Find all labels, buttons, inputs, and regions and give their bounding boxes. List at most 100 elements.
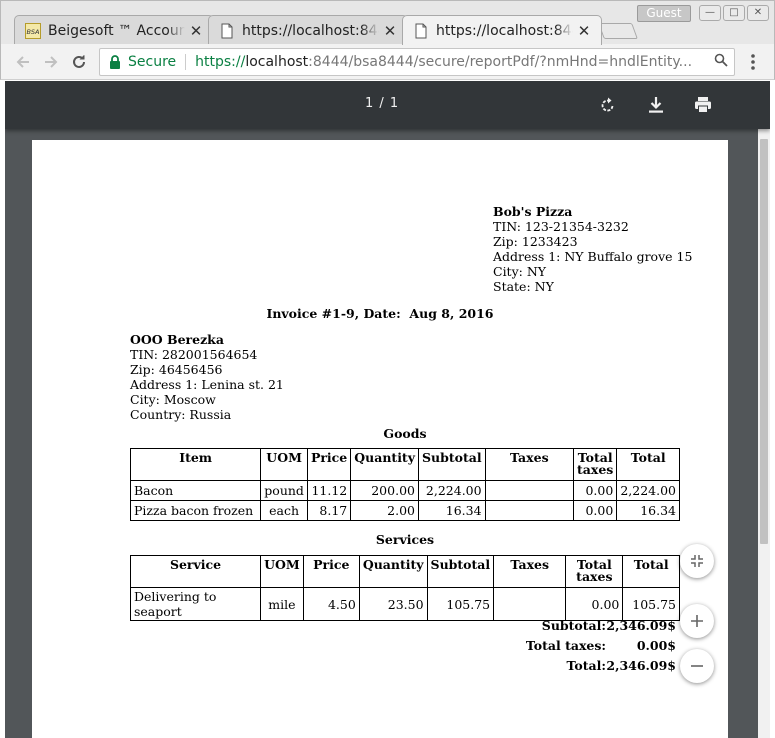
table-row: Delivering to seaport mile 4.50 23.50 10… <box>129 587 680 621</box>
seller-name: Bob's Pizza <box>493 204 573 219</box>
subtotal-row: Subtotal: 2,346.09$ <box>412 618 676 638</box>
cell-total: 16.34 <box>616 500 680 521</box>
maximize-button[interactable]: □ <box>723 5 745 21</box>
buyer-tin: TIN: 282001564654 <box>130 347 258 362</box>
seller-state: State: NY <box>493 279 554 294</box>
pdf-viewer: 1 / 1 Bob's Pizza TIN: 123-21354-3232 Zi… <box>5 81 770 738</box>
seller-tin: TIN: 123-21354-3232 <box>493 219 629 234</box>
tab-beigesoft[interactable]: BSA Beigesoft ™ Accounti ✕ <box>14 15 214 45</box>
subtotal-label: Subtotal: <box>541 618 606 633</box>
table-row: Pizza bacon frozen each 8.17 2.00 16.34 … <box>129 500 680 521</box>
pdf-toolbar: 1 / 1 <box>5 81 770 129</box>
cell-quantity: 23.50 <box>358 587 428 621</box>
col-header: Item <box>129 448 262 481</box>
secure-label: Secure <box>128 54 177 70</box>
omnibox-divider <box>185 54 187 70</box>
bsa-favicon-icon: BSA <box>25 22 41 39</box>
minimize-button[interactable]: — <box>699 5 721 21</box>
fit-to-page-button[interactable] <box>680 544 714 578</box>
cell-subtotal: 105.75 <box>426 587 495 621</box>
services-header-row: Service UOM Price Quantity Subtotal Taxe… <box>129 555 680 588</box>
total-taxes-row: Total taxes: 0.00$ <box>412 638 676 658</box>
services-title: Services <box>375 532 435 547</box>
seller-block: Bob's Pizza TIN: 123-21354-3232 Zip: 123… <box>493 204 692 294</box>
cell-item: Pizza bacon frozen <box>129 500 262 521</box>
goods-title: Goods <box>383 426 427 441</box>
tab-strip: BSA Beigesoft ™ Accounti ✕ https://local… <box>0 0 775 45</box>
cell-taxes <box>493 587 567 621</box>
cell-subtotal: 16.34 <box>417 500 486 521</box>
cell-total-taxes: 0.00 <box>572 500 618 521</box>
total-row: Total: 2,346.09$ <box>412 658 676 678</box>
subtotal-value: 2,346.09$ <box>606 618 676 633</box>
cell-total: 105.75 <box>622 587 680 621</box>
col-header: Total taxes <box>572 448 618 481</box>
url-text: https://localhost:8444/bsa8444/secure/re… <box>195 54 708 70</box>
buyer-zip: Zip: 46456456 <box>130 362 223 377</box>
tab-localhost-2-active[interactable]: https://localhost:8444 ✕ <box>402 15 602 45</box>
url-scheme: https:// <box>195 54 246 70</box>
url-host: localhost <box>245 54 309 70</box>
invoice-title: Invoice #1-9, Date: Aug 8, 2016 <box>266 306 494 321</box>
rotate-button[interactable] <box>596 93 620 117</box>
browser-toolbar: Secure https://localhost:8444/bsa8444/se… <box>0 44 775 80</box>
vertical-scrollbar[interactable] <box>758 129 770 738</box>
buyer-country: Country: Russia <box>130 407 232 422</box>
search-icon[interactable] <box>708 53 734 71</box>
new-tab-button[interactable] <box>598 23 638 39</box>
zoom-out-button[interactable] <box>680 649 714 683</box>
col-header: Quantity <box>358 555 428 588</box>
buyer-block: OOO Berezka TIN: 282001564654 Zip: 46456… <box>130 332 284 422</box>
reload-button[interactable] <box>67 50 91 74</box>
back-arrow-icon <box>16 56 29 68</box>
buyer-city: City: Moscow <box>130 392 216 407</box>
forward-button[interactable] <box>39 50 63 74</box>
seller-city: City: NY <box>493 264 547 279</box>
url-path: :8444/bsa8444/secure/reportPdf/?nmHnd=hn… <box>308 54 693 70</box>
seller-zip: Zip: 1233423 <box>493 234 578 249</box>
cell-subtotal: 2,224.00 <box>417 480 486 501</box>
total-taxes-value: 0.00$ <box>636 638 676 653</box>
cell-uom: pound <box>260 480 308 501</box>
col-header: Quantity <box>350 448 419 481</box>
cell-quantity: 2.00 <box>350 500 419 521</box>
zoom-in-button[interactable] <box>680 604 714 638</box>
cell-total: 2,224.00 <box>616 480 680 501</box>
col-header: Taxes <box>493 555 567 588</box>
cell-total-taxes: 0.00 <box>565 587 624 621</box>
col-header: Total <box>616 448 680 481</box>
cell-item: Bacon <box>129 480 262 501</box>
col-header: Subtotal <box>417 448 486 481</box>
address-bar[interactable]: Secure https://localhost:8444/bsa8444/se… <box>99 48 735 76</box>
col-header: Total <box>622 555 680 588</box>
total-label: Total: <box>566 658 606 673</box>
tab-close-icon[interactable]: ✕ <box>379 22 401 40</box>
download-icon <box>649 97 663 113</box>
col-header: Taxes <box>484 448 575 481</box>
forward-arrow-icon <box>45 56 58 68</box>
download-button[interactable] <box>644 93 668 117</box>
cell-taxes <box>484 500 575 521</box>
cell-taxes <box>484 480 575 501</box>
cell-quantity: 200.00 <box>350 480 419 501</box>
cell-service: Delivering to seaport <box>129 587 262 621</box>
minus-icon <box>691 665 703 667</box>
print-button[interactable] <box>691 93 715 117</box>
close-window-button[interactable]: ✕ <box>747 5 769 21</box>
tab-title: https://localhost:8444 <box>436 22 573 39</box>
back-button[interactable] <box>11 50 35 74</box>
seller-address: Address 1: NY Buffalo grove 15 <box>493 249 693 264</box>
profile-guest-button[interactable]: Guest <box>637 5 691 22</box>
more-vert-icon[interactable] <box>743 53 763 71</box>
tab-close-icon[interactable]: ✕ <box>185 22 207 40</box>
pdf-page: Bob's Pizza TIN: 123-21354-3232 Zip: 123… <box>32 140 728 738</box>
total-value: 2,346.09$ <box>606 658 676 673</box>
col-header: Price <box>302 555 360 588</box>
plus-icon <box>691 615 703 627</box>
col-header: UOM <box>260 448 308 481</box>
cell-uom: mile <box>260 587 304 621</box>
tab-localhost-1[interactable]: https://localhost:8444 ✕ <box>208 15 408 45</box>
scrollbar-thumb[interactable] <box>760 139 768 544</box>
tab-close-icon[interactable]: ✕ <box>573 22 595 40</box>
reload-icon <box>73 55 85 68</box>
